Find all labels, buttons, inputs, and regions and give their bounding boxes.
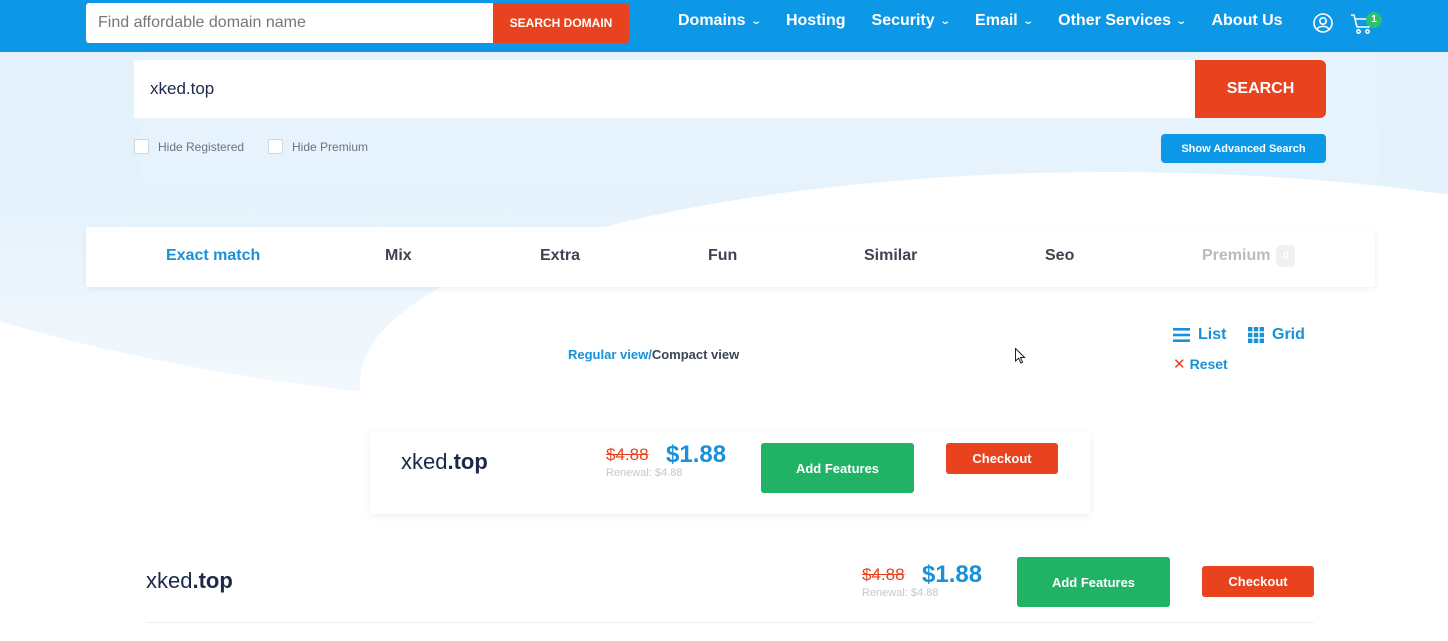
reset-button[interactable]: ✕ Reset — [1173, 355, 1228, 373]
tab-exact-match[interactable]: Exact match — [166, 227, 260, 287]
search-button[interactable]: SEARCH — [1195, 60, 1326, 118]
chevron-down-icon: ⌄ — [749, 15, 762, 27]
reset-label: Reset — [1189, 356, 1228, 372]
nav-hosting-label: Hosting — [785, 12, 846, 29]
header-search: SEARCH DOMAIN — [86, 3, 629, 43]
tab-premium[interactable]: Premium 0 — [1202, 227, 1296, 287]
nav-security[interactable]: Security ⌄ — [871, 12, 951, 30]
tab-fun[interactable]: Fun — [708, 227, 737, 287]
domain-result-row: xked.top $4.88 $1.88 Renewal: $4.88 Add … — [146, 548, 1314, 623]
domain-name: xked.top — [401, 449, 488, 475]
compact-view-link[interactable]: Compact view — [652, 347, 739, 362]
tab-extra[interactable]: Extra — [540, 227, 580, 287]
nav-security-label: Security — [871, 12, 935, 29]
show-advanced-search-button[interactable]: Show Advanced Search — [1161, 134, 1326, 163]
sale-price: $1.88 — [666, 441, 727, 468]
add-features-button[interactable]: Add Features — [761, 443, 914, 493]
nav-domains[interactable]: Domains ⌄ — [678, 12, 762, 30]
nav-email[interactable]: Email ⌄ — [975, 12, 1034, 30]
domain-search-bar: SEARCH — [134, 60, 1326, 118]
renewal-price: Renewal: $4.88 — [862, 587, 939, 599]
mouse-cursor-icon — [1015, 348, 1026, 364]
domain-tld: .top — [192, 568, 233, 593]
hide-registered-label: Hide Registered — [158, 139, 245, 154]
hide-registered-checkbox[interactable]: Hide Registered — [134, 139, 244, 154]
close-icon: ✕ — [1173, 356, 1186, 373]
nav-email-label: Email — [975, 12, 1018, 29]
tab-mix[interactable]: Mix — [385, 227, 412, 287]
nav-about-us-label: About Us — [1211, 12, 1283, 29]
grid-view-button[interactable]: Grid — [1248, 326, 1305, 344]
sale-price: $1.88 — [922, 561, 983, 588]
nav-other-services-label: Other Services — [1058, 12, 1172, 29]
old-price: $4.88 — [606, 445, 649, 464]
chevron-down-icon: ⌄ — [1175, 15, 1188, 27]
domain-name: xked.top — [146, 568, 233, 594]
tab-seo[interactable]: Seo — [1045, 227, 1074, 287]
view-mode-links: Regular view/Compact view — [568, 347, 739, 362]
header-search-input[interactable] — [86, 3, 493, 43]
nav-hosting[interactable]: Hosting — [786, 12, 846, 30]
hide-premium-checkbox[interactable]: Hide Premium — [268, 139, 368, 154]
regular-view-link[interactable]: Regular view — [568, 347, 648, 362]
checkout-button[interactable]: Checkout — [946, 443, 1058, 474]
domain-tld: .top — [447, 449, 488, 474]
tab-premium-label: Premium — [1202, 247, 1271, 264]
domain-sld: xked — [146, 568, 193, 593]
grid-icon — [1248, 327, 1264, 343]
tab-similar[interactable]: Similar — [864, 227, 917, 287]
search-domain-button[interactable]: SEARCH DOMAIN — [493, 3, 629, 43]
nav-other-services[interactable]: Other Services ⌄ — [1058, 12, 1188, 30]
renewal-price: Renewal: $4.88 — [606, 467, 683, 479]
domain-sld: xked — [401, 449, 448, 474]
add-features-button[interactable]: Add Features — [1017, 557, 1170, 607]
cart-count-badge: 1 — [1366, 12, 1382, 28]
checkbox-icon — [134, 139, 149, 154]
user-icon[interactable] — [1313, 13, 1333, 33]
main-nav: Domains ⌄ Hosting Security ⌄ Email ⌄ Other … — [678, 0, 1309, 42]
list-view-button[interactable]: List — [1173, 326, 1226, 344]
nav-about-us[interactable]: About Us — [1211, 12, 1282, 30]
result-tabs: Exact match Mix Extra Fun Similar Seo Pr… — [86, 227, 1375, 287]
domain-search-input[interactable] — [134, 60, 1195, 118]
grid-label: Grid — [1272, 326, 1305, 343]
chevron-down-icon: ⌄ — [1022, 15, 1034, 27]
premium-count-badge: 0 — [1276, 244, 1296, 267]
checkout-button[interactable]: Checkout — [1202, 566, 1314, 597]
chevron-down-icon: ⌄ — [938, 15, 951, 27]
list-icon — [1173, 328, 1190, 342]
hide-premium-label: Hide Premium — [292, 139, 369, 154]
top-navbar: SEARCH DOMAIN Domains⌄ Hosting Security⌄… — [0, 0, 1448, 52]
checkbox-icon — [268, 139, 283, 154]
old-price: $4.88 — [862, 565, 905, 584]
nav-domains-label: Domains — [678, 12, 746, 29]
domain-result-card: xked.top $4.88 $1.88 Renewal: $4.88 Add … — [370, 432, 1090, 514]
list-label: List — [1198, 326, 1227, 343]
